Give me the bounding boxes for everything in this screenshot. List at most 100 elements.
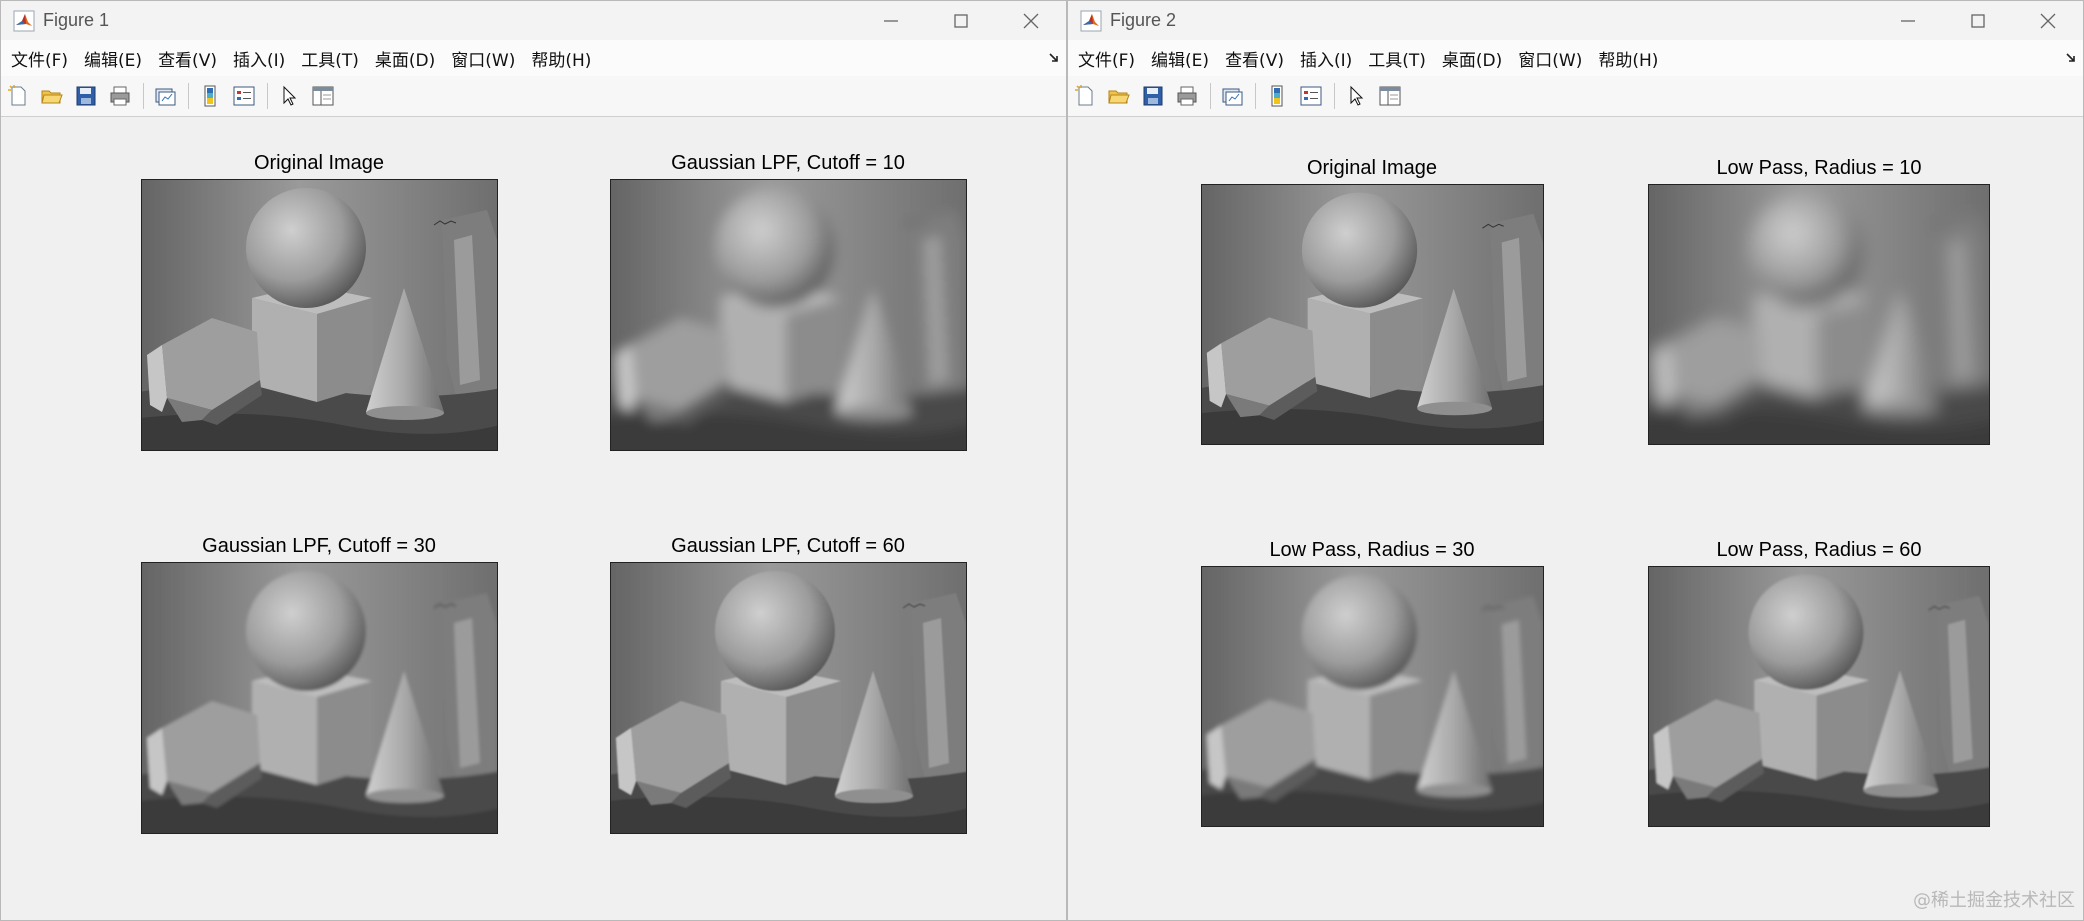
- printer-icon: [1177, 86, 1197, 106]
- open-folder-icon: [41, 90, 63, 104]
- minimize-icon: [884, 19, 898, 22]
- window-title: Figure 1: [43, 10, 110, 30]
- property-panel-icon: [1379, 86, 1401, 106]
- edit-plot-button[interactable]: [276, 83, 302, 109]
- image-axes[interactable]: [610, 179, 967, 451]
- watermark-text: @稀土掘金技术社区: [1913, 890, 2075, 911]
- menu-view[interactable]: 查看(V): [152, 46, 223, 71]
- pointer-arrow-icon: [283, 85, 297, 106]
- menu-desktop[interactable]: 桌面(D): [1436, 46, 1508, 71]
- image-axes[interactable]: [610, 562, 967, 834]
- close-icon: [2040, 13, 2056, 28]
- menu-tools[interactable]: 工具(T): [295, 46, 365, 71]
- still-life-image: [611, 563, 966, 833]
- legend-button[interactable]: [231, 83, 257, 109]
- menu-tools[interactable]: 工具(T): [1362, 46, 1432, 71]
- open-file-button[interactable]: [39, 83, 65, 109]
- new-file-icon: [1075, 85, 1093, 106]
- menu-file[interactable]: 文件(F): [1072, 46, 1141, 71]
- colorbar-button[interactable]: [1264, 83, 1290, 109]
- edit-plot-button[interactable]: [1343, 83, 1369, 109]
- close-icon: [1023, 13, 1039, 28]
- figure-link-icon: [1222, 88, 1243, 106]
- menu-insert[interactable]: 插入(I): [227, 46, 291, 71]
- open-file-button[interactable]: [1106, 83, 1132, 109]
- still-life-image: [1649, 185, 1989, 444]
- window-title: Figure 2: [1110, 10, 1177, 30]
- property-panel-icon: [312, 86, 334, 106]
- menu-help[interactable]: 帮助(H): [1592, 46, 1664, 71]
- image-axes[interactable]: [1201, 566, 1544, 827]
- figure-canvas: Original Image Low Pass, Radius = 10 Low…: [1068, 117, 2083, 920]
- menu-edit[interactable]: 编辑(E): [1145, 46, 1215, 71]
- save-disk-icon: [76, 86, 96, 106]
- printer-icon: [110, 86, 130, 106]
- image-axes[interactable]: [141, 179, 498, 451]
- new-figure-button[interactable]: [5, 83, 31, 109]
- dock-arrow-icon[interactable]: [1048, 52, 1060, 64]
- menu-edit[interactable]: 编辑(E): [78, 46, 148, 71]
- menu-window[interactable]: 窗口(W): [445, 46, 521, 71]
- plot-title: Original Image: [1306, 157, 1438, 179]
- save-button[interactable]: [73, 83, 99, 109]
- plot-title: Low Pass, Radius = 30: [1269, 539, 1475, 561]
- menu-desktop[interactable]: 桌面(D): [369, 46, 441, 71]
- new-figure-button[interactable]: [1072, 83, 1098, 109]
- maximize-button[interactable]: [926, 1, 996, 40]
- legend-button[interactable]: [1298, 83, 1324, 109]
- menu-window[interactable]: 窗口(W): [1512, 46, 1588, 71]
- save-disk-icon: [1143, 86, 1163, 106]
- property-inspector-button[interactable]: [310, 83, 336, 109]
- matlab-logo-icon: [13, 10, 35, 31]
- close-button[interactable]: [996, 1, 1066, 40]
- still-life-image: [1202, 185, 1543, 444]
- title-bar[interactable]: Figure 1: [1, 1, 1066, 40]
- minimize-icon: [1901, 19, 1915, 22]
- title-bar[interactable]: Figure 2: [1068, 1, 2083, 40]
- menu-help[interactable]: 帮助(H): [525, 46, 597, 71]
- matlab-logo-icon: [1080, 10, 1102, 31]
- new-file-icon: [8, 85, 26, 106]
- still-life-image: [611, 180, 966, 450]
- image-axes[interactable]: [1648, 184, 1990, 445]
- close-button[interactable]: [2013, 1, 2083, 40]
- plot-title: Gaussian LPF, Cutoff = 10: [671, 152, 905, 174]
- menu-insert[interactable]: 插入(I): [1294, 46, 1358, 71]
- image-axes[interactable]: [1648, 566, 1990, 827]
- image-axes[interactable]: [1201, 184, 1544, 445]
- menu-file[interactable]: 文件(F): [5, 46, 74, 71]
- link-plot-button[interactable]: [152, 83, 178, 109]
- legend-icon: [1300, 86, 1322, 106]
- dock-arrow-icon[interactable]: [2065, 52, 2077, 64]
- toolbar-separator: [188, 83, 189, 109]
- print-button[interactable]: [1174, 83, 1200, 109]
- figure-window-2: Figure 2 文件(F) 编辑(E) 查看(V) 插入(I) 工具(T) 桌…: [1067, 0, 2084, 921]
- figure-canvas: Original Image Gaussian LPF, Cutoff = 10…: [1, 117, 1066, 920]
- maximize-icon: [954, 13, 968, 28]
- image-axes[interactable]: [141, 562, 498, 834]
- colorbar-button[interactable]: [197, 83, 223, 109]
- toolbar: [1068, 76, 2083, 117]
- property-inspector-button[interactable]: [1377, 83, 1403, 109]
- figure-window-1: Figure 1 文件(F) 编辑(E) 查看(V) 插入(I) 工具(T) 桌…: [0, 0, 1067, 921]
- plot-title: Original Image: [253, 152, 385, 174]
- still-life-image: [1649, 567, 1989, 826]
- minimize-button[interactable]: [1873, 1, 1943, 40]
- print-button[interactable]: [107, 83, 133, 109]
- maximize-button[interactable]: [1943, 1, 2013, 40]
- figure-link-icon: [155, 88, 176, 106]
- plot-title: Gaussian LPF, Cutoff = 60: [671, 535, 905, 557]
- still-life-image: [1202, 567, 1543, 826]
- plot-title: Gaussian LPF, Cutoff = 30: [202, 535, 436, 557]
- link-plot-button[interactable]: [1219, 83, 1245, 109]
- menu-view[interactable]: 查看(V): [1219, 46, 1290, 71]
- plot-title: Low Pass, Radius = 60: [1716, 539, 1922, 561]
- toolbar-separator: [143, 83, 144, 109]
- save-button[interactable]: [1140, 83, 1166, 109]
- open-folder-icon: [1108, 90, 1130, 104]
- still-life-image: [142, 180, 497, 450]
- minimize-button[interactable]: [856, 1, 926, 40]
- pointer-arrow-icon: [1350, 85, 1364, 106]
- toolbar-separator: [1255, 83, 1256, 109]
- toolbar: [1, 76, 1066, 117]
